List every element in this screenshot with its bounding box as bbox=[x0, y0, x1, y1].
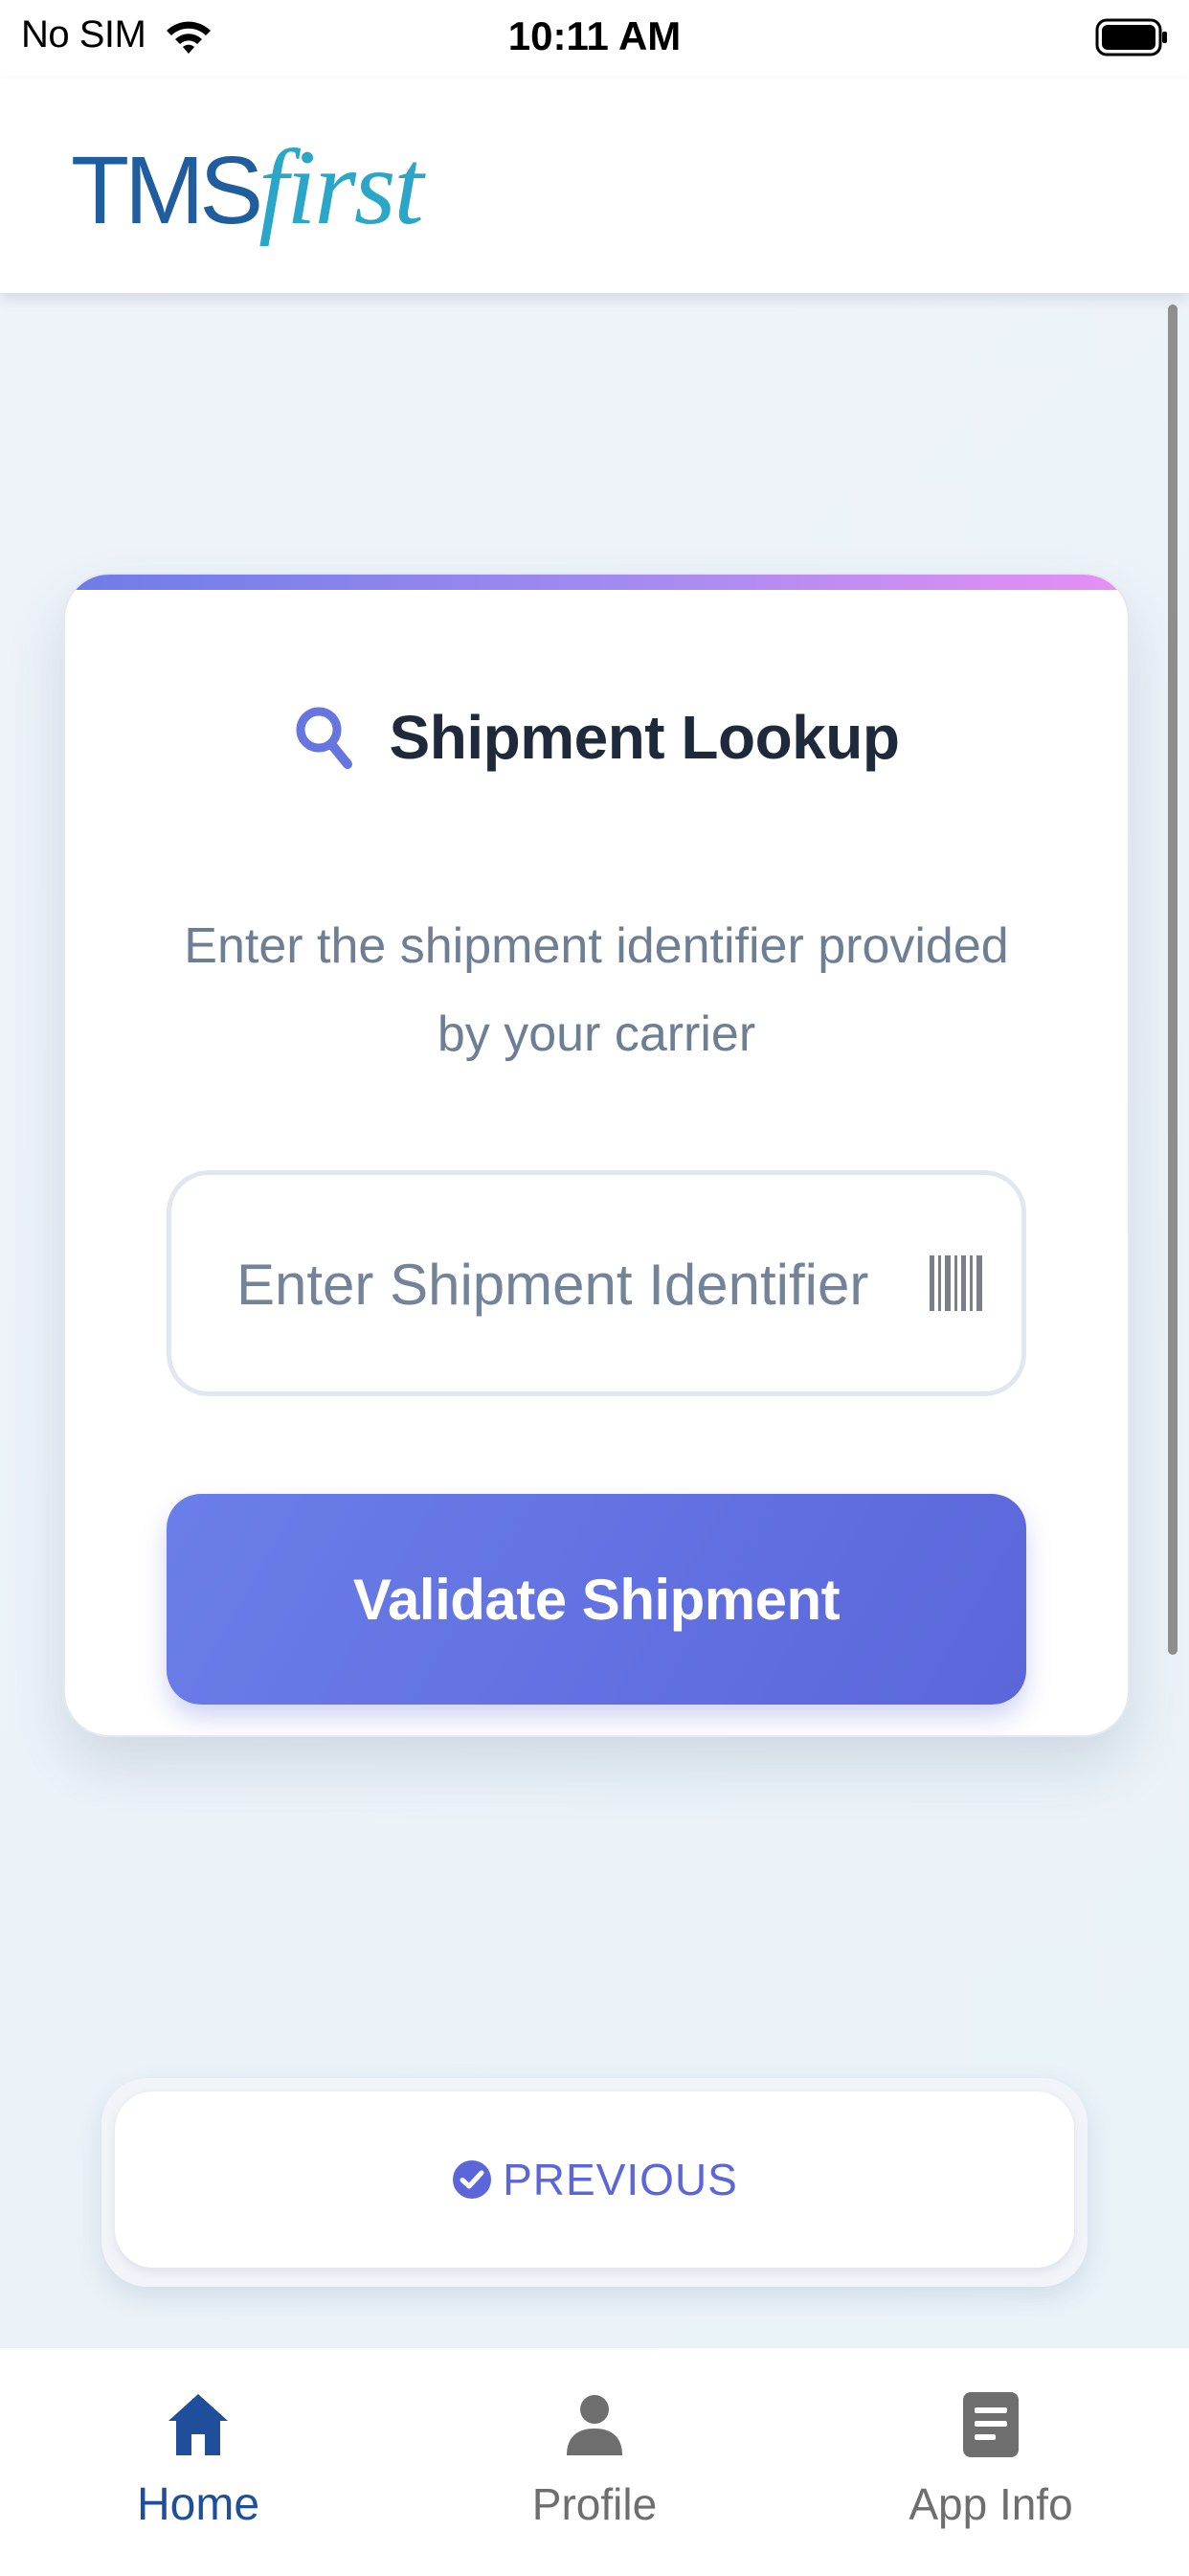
search-icon bbox=[296, 707, 352, 769]
shipment-identifier-input[interactable] bbox=[235, 1175, 889, 1393]
card-accent-bar bbox=[65, 575, 1128, 590]
brand-logo-tms: TMS bbox=[71, 137, 263, 244]
previous-button[interactable]: PREVIOUS bbox=[115, 2091, 1074, 2268]
status-bar: No SIM 10:11 AM bbox=[0, 0, 1189, 79]
tab-app-info[interactable]: App Info bbox=[793, 2348, 1189, 2576]
app-header: TMSfirst bbox=[0, 79, 1189, 293]
tab-home-label: Home bbox=[136, 2479, 260, 2530]
barcode-scan-icon[interactable] bbox=[928, 1254, 987, 1313]
previous-label: PREVIOUS bbox=[503, 2155, 738, 2204]
card-title: Shipment Lookup bbox=[389, 703, 900, 772]
brand-logo[interactable]: TMSfirst bbox=[71, 128, 424, 247]
validate-shipment-button[interactable]: Validate Shipment bbox=[167, 1494, 1026, 1705]
scroll-indicator[interactable] bbox=[1168, 305, 1178, 1655]
card-title-row: Shipment Lookup bbox=[65, 699, 1128, 776]
document-icon bbox=[963, 2392, 1019, 2457]
shipment-lookup-card: Shipment Lookup Enter the shipment ident… bbox=[63, 573, 1130, 1737]
card-subtitle: Enter the shipment identifier provided b… bbox=[184, 918, 1009, 1062]
brand-logo-first: first bbox=[258, 128, 424, 247]
home-icon bbox=[168, 2394, 228, 2455]
previous-container: PREVIOUS bbox=[101, 2078, 1088, 2287]
status-time: 10:11 AM bbox=[507, 13, 682, 58]
tab-app-info-label: App Info bbox=[909, 2479, 1073, 2529]
person-icon bbox=[567, 2395, 622, 2455]
tab-profile[interactable]: Profile bbox=[396, 2348, 793, 2576]
shipment-identifier-field[interactable] bbox=[167, 1170, 1026, 1396]
tab-bar: Home Profile App Info bbox=[0, 2346, 1189, 2574]
main-content[interactable]: Shipment Lookup Enter the shipment ident… bbox=[0, 293, 1189, 2346]
tab-home[interactable]: Home bbox=[0, 2348, 396, 2576]
battery-icon bbox=[1095, 18, 1167, 56]
check-circle-icon bbox=[453, 2160, 492, 2199]
tab-profile-label: Profile bbox=[531, 2479, 658, 2529]
